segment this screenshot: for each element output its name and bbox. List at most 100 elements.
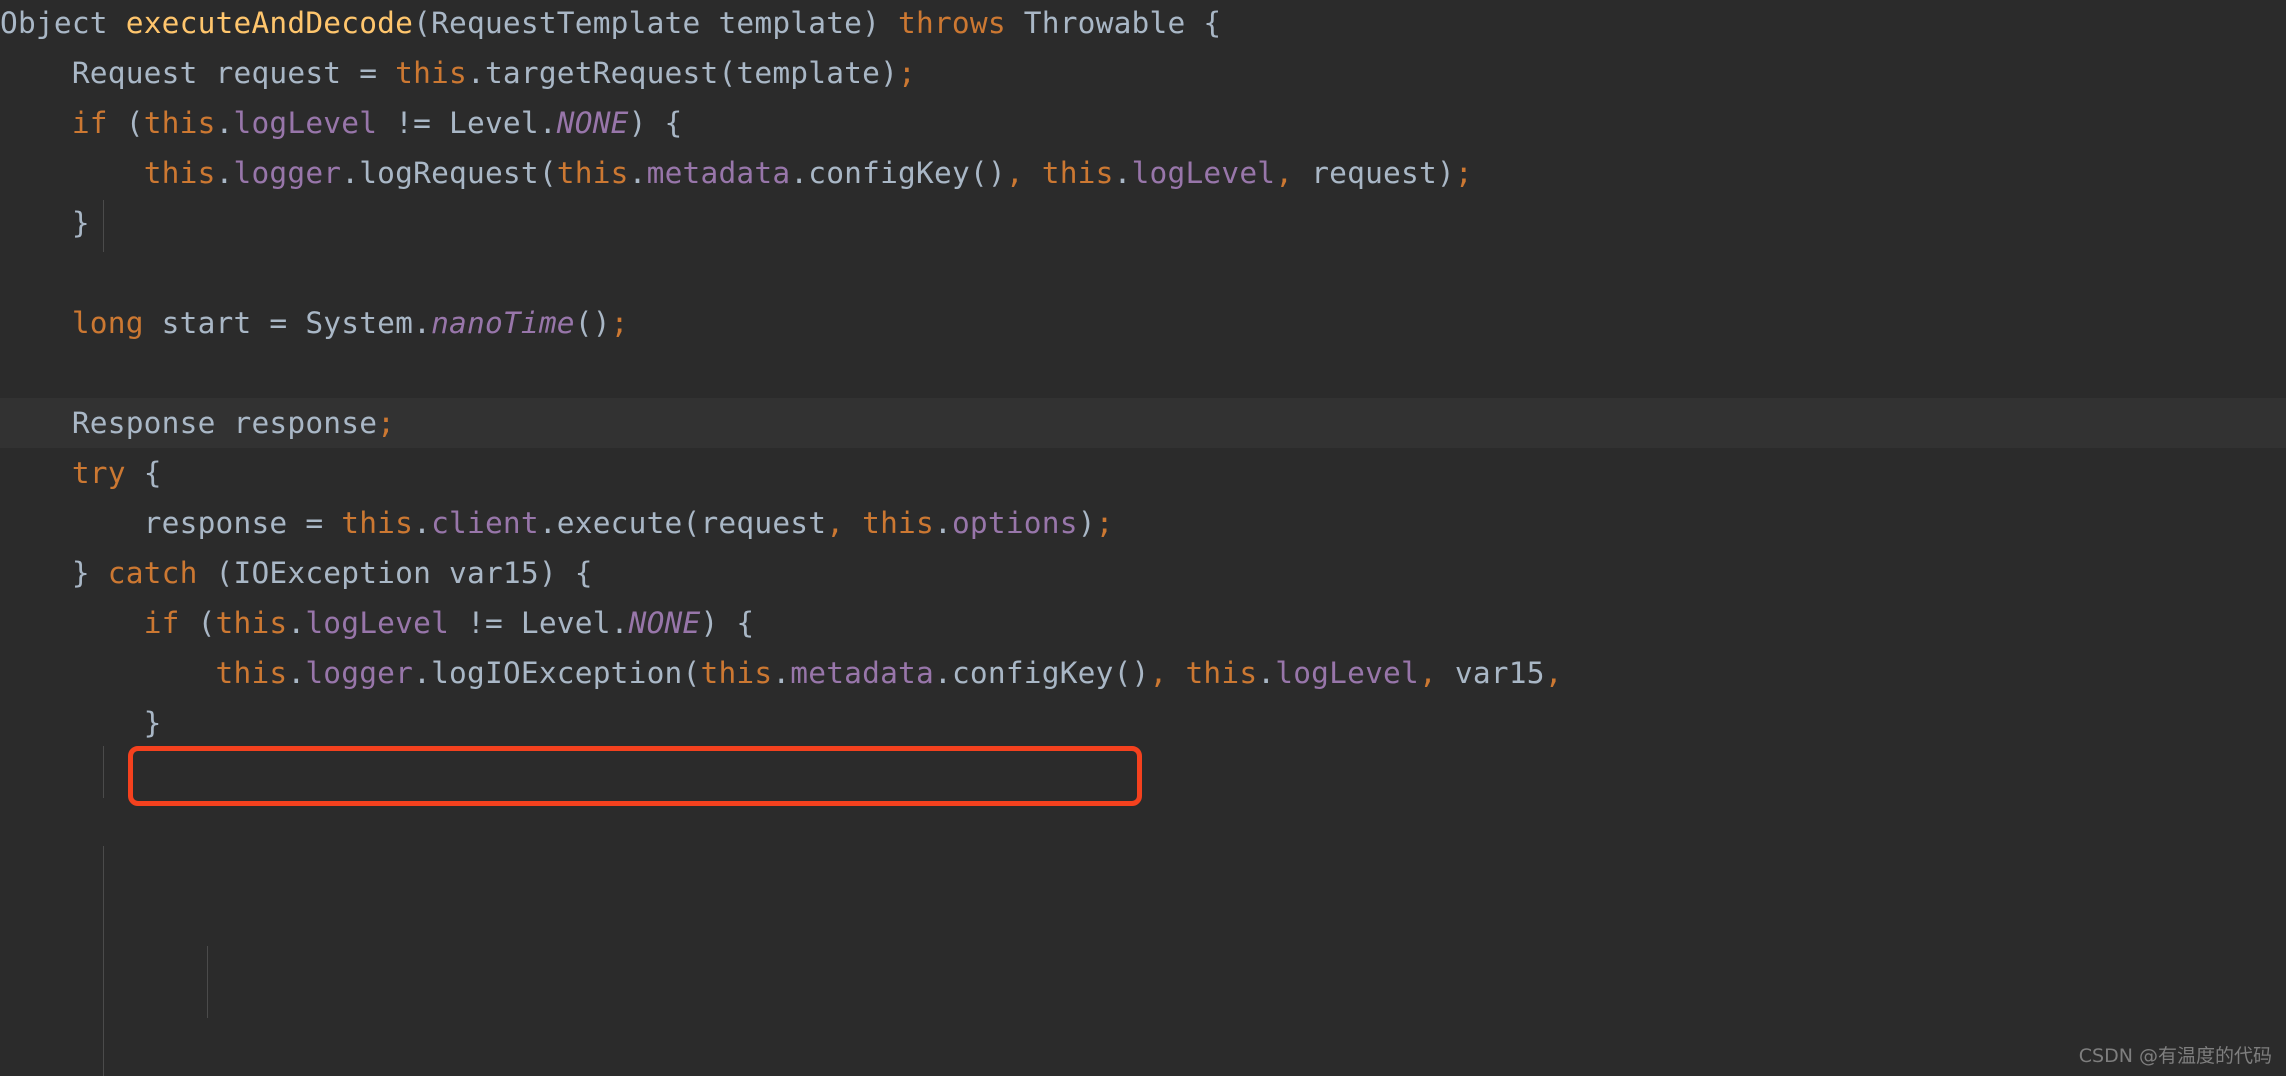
code-token-default: } <box>0 706 162 740</box>
code-token-comma: ; <box>898 56 917 90</box>
code-token-keyword: this <box>700 656 773 690</box>
code-token-field: client <box>431 506 539 540</box>
code-token-default: . <box>413 506 432 540</box>
code-token-default: . <box>215 106 234 140</box>
code-token-default: .targetRequest(template) <box>466 56 899 90</box>
code-token-default: Object <box>0 6 126 40</box>
code-token-keyword: this <box>341 506 414 540</box>
code-token-default: Request request = <box>0 56 396 90</box>
code-token-keyword: this <box>143 106 216 140</box>
code-editor[interactable]: Object executeAndDecode(RequestTemplate … <box>0 0 2286 1076</box>
code-token-default: Throwable { <box>1005 6 1222 40</box>
code-line[interactable]: if (this.logLevel != Level.NONE) { <box>0 598 2286 648</box>
code-token-default: .logIOException( <box>413 656 701 690</box>
code-token-default: . <box>628 156 647 190</box>
code-token-keyword: if <box>71 106 108 140</box>
code-token-keyword: long <box>71 306 144 340</box>
code-token-default: var15 <box>1436 656 1545 690</box>
code-token-default <box>844 506 862 540</box>
code-line[interactable]: try { <box>0 448 2286 498</box>
code-line[interactable]: if (this.logLevel != Level.NONE) { <box>0 98 2286 148</box>
code-token-keyword: this <box>143 156 216 190</box>
indent-guide <box>103 746 104 798</box>
code-token-comma: , <box>1544 656 1563 690</box>
code-token-default: . <box>287 656 306 690</box>
code-token-default: .configKey() <box>790 156 1006 190</box>
code-token-default <box>0 456 72 490</box>
code-token-default <box>0 156 144 190</box>
code-token-field: logLevel <box>1275 656 1419 690</box>
code-line[interactable]: Object executeAndDecode(RequestTemplate … <box>0 0 2286 48</box>
code-line[interactable]: this.logger.logIOException(this.metadata… <box>0 648 2286 698</box>
code-token-method: executeAndDecode <box>125 6 414 40</box>
code-line[interactable]: Response response; <box>0 398 2286 448</box>
code-token-comma: , <box>1275 156 1294 190</box>
code-token-keyword: this <box>862 506 934 540</box>
code-token-default: request) <box>1293 156 1455 190</box>
code-token-keyword: throws <box>898 6 1006 40</box>
code-token-keyword: this <box>395 56 467 90</box>
code-token-field: logLevel <box>233 106 378 140</box>
code-token-keyword: try <box>71 456 126 490</box>
code-token-default: Response response <box>0 406 378 440</box>
code-token-default: (RequestTemplate template) <box>413 6 899 40</box>
code-token-default: . <box>1113 156 1132 190</box>
code-token-default: } <box>0 206 90 240</box>
red-highlight-box <box>128 746 1142 806</box>
code-token-default <box>0 106 72 140</box>
code-token-static: NONE <box>556 106 629 140</box>
code-line[interactable]: response = this.client.execute(request, … <box>0 498 2286 548</box>
code-line[interactable] <box>0 348 2286 398</box>
code-token-comma: ; <box>610 306 629 340</box>
code-token-keyword: if <box>143 606 180 640</box>
code-token-default: . <box>1257 656 1276 690</box>
code-token-default: ) <box>1077 506 1096 540</box>
code-token-default <box>1024 156 1042 190</box>
code-token-keyword: this <box>1185 656 1258 690</box>
code-token-comma: ; <box>377 406 396 440</box>
code-token-default: != Level. <box>377 106 557 140</box>
code-token-default: . <box>215 156 234 190</box>
indent-guide <box>207 946 208 1018</box>
code-token-default: ) { <box>628 106 683 140</box>
code-line[interactable]: } <box>0 198 2286 248</box>
code-token-field: options <box>951 506 1078 540</box>
code-token-default: . <box>772 656 791 690</box>
code-line[interactable]: } <box>0 698 2286 748</box>
code-line[interactable]: Request request = this.targetRequest(tem… <box>0 48 2286 98</box>
code-token-default: response = <box>0 506 342 540</box>
code-token-keyword: this <box>215 656 288 690</box>
code-token-default <box>0 656 216 690</box>
code-token-default: ( <box>179 606 216 640</box>
code-token-default: .execute(request <box>538 506 827 540</box>
code-token-comma: , <box>1149 656 1168 690</box>
code-token-default <box>0 306 72 340</box>
code-token-field: metadata <box>790 656 934 690</box>
code-token-comma: , <box>1418 656 1437 690</box>
code-token-default <box>1167 656 1185 690</box>
code-token-static: NONE <box>628 606 701 640</box>
code-token-default: (IOException var15) { <box>197 556 593 590</box>
csdn-watermark: CSDN @有温度的代码 <box>2078 1045 2272 1067</box>
code-token-default: .logRequest( <box>341 156 557 190</box>
code-token-field: metadata <box>646 156 791 190</box>
code-line[interactable] <box>0 248 2286 298</box>
code-line[interactable]: } catch (IOException var15) { <box>0 548 2286 598</box>
code-token-default: ) { <box>700 606 755 640</box>
code-token-default: { <box>125 456 162 490</box>
code-token-keyword: catch <box>107 556 198 590</box>
code-token-default: != Level. <box>449 606 629 640</box>
code-token-static: nanoTime <box>431 306 575 340</box>
code-token-field: logger <box>305 656 414 690</box>
code-line[interactable]: this.logger.logRequest(this.metadata.con… <box>0 148 2286 198</box>
code-token-default: . <box>287 606 306 640</box>
code-token-default: start = System. <box>143 306 432 340</box>
code-token-keyword: this <box>215 606 288 640</box>
code-token-default: ( <box>107 106 144 140</box>
code-token-default <box>0 606 144 640</box>
code-line[interactable]: long start = System.nanoTime(); <box>0 298 2286 348</box>
code-token-field: logLevel <box>1131 156 1276 190</box>
code-token-default: . <box>933 506 952 540</box>
code-token-field: logger <box>233 156 342 190</box>
code-token-default: () <box>574 306 611 340</box>
